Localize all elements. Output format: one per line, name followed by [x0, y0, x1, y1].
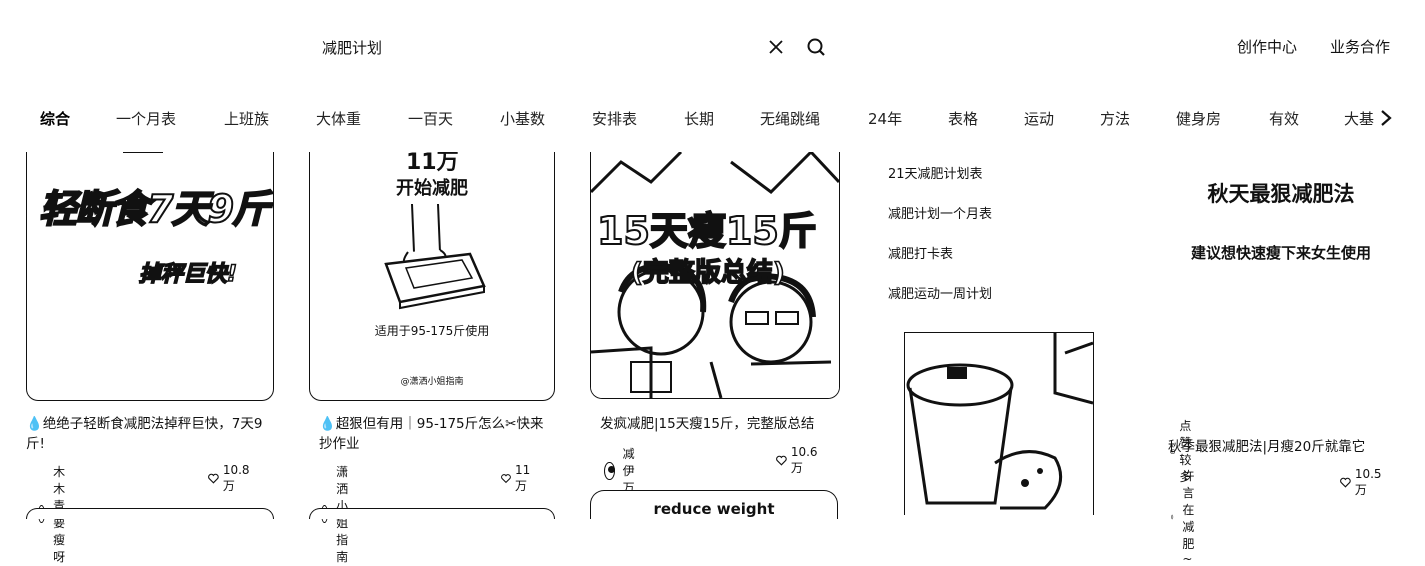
business-link[interactable]: 业务合作: [1330, 36, 1390, 57]
like-count: 11万: [514, 463, 531, 493]
cover-title: 15天瘦15斤: [596, 208, 818, 254]
top-links: 创作中心 业务合作: [1237, 36, 1390, 57]
like-button[interactable]: 10.5万: [1340, 467, 1385, 498]
like-button[interactable]: 10.6万: [776, 445, 821, 476]
author-info[interactable]: 减伊万: [604, 445, 642, 496]
note-cover[interactable]: [904, 332, 1094, 515]
note-title[interactable]: 秋季最狠减肥法|月瘦20斤就靠它: [1168, 437, 1398, 457]
tab-one-month[interactable]: 一个月表: [116, 108, 176, 129]
scale-illustration: [384, 204, 486, 310]
chevron-right-icon[interactable]: [1375, 106, 1397, 130]
note-title[interactable]: 发疯减肥|15天瘦15斤，完整版总结: [600, 414, 836, 434]
note-title[interactable]: 💧超狠但有用｜95-175斤怎么✂快来抄作业: [319, 414, 555, 454]
tab-all[interactable]: 综合: [40, 108, 70, 129]
suggestion-item[interactable]: 减肥运动一周计划: [888, 283, 992, 302]
cover-title: 秋天最狠减肥法: [1207, 182, 1355, 206]
note-cover[interactable]: 秋天最狠减肥法 建议想快速瘦下来女生使用: [1170, 152, 1392, 400]
cover-subtitle: 建议想快速瘦下来女生使用: [1190, 244, 1371, 262]
close-icon[interactable]: [765, 36, 787, 58]
note-cover[interactable]: 轻断食7天9斤 掉秤巨快!: [26, 152, 274, 401]
tab-large-base[interactable]: 大基: [1344, 108, 1374, 129]
tab-hundred-days[interactable]: 一百天: [408, 108, 453, 129]
cover-subtitle: (完整版总结): [630, 257, 785, 289]
divider: [123, 152, 163, 153]
note-title-text: 绝绝子轻断食减肥法掉秤巨快，7天9斤!: [26, 416, 263, 452]
drink-image: [905, 333, 1093, 515]
tab-exercise[interactable]: 运动: [1024, 108, 1054, 129]
cover-top-text: 11万: [406, 152, 459, 175]
like-button[interactable]: 10.8万: [208, 463, 253, 494]
note-title[interactable]: 💧绝绝子轻断食减肥法掉秤巨快，7天9斤!: [26, 414, 266, 454]
avatar[interactable]: [1170, 509, 1174, 525]
next-note-cover[interactable]: reduce weight: [590, 490, 838, 519]
next-cover-title: reduce weight: [653, 500, 775, 518]
heart-icon: [208, 473, 219, 484]
tab-2024[interactable]: 24年: [868, 108, 902, 129]
cover-title: 开始减肥: [396, 178, 468, 199]
heart-icon: [1340, 477, 1351, 488]
cover-handle: @潇洒小姐指南: [400, 377, 464, 387]
suggestion-item[interactable]: 减肥打卡表: [888, 243, 953, 262]
author-name[interactable]: 许言在减肥~: [1182, 467, 1204, 566]
search-icon[interactable]: [805, 36, 827, 58]
filter-tabs: 综合 一个月表 上班族 大体重 一百天 小基数 安排表 长期 无绳跳绳 24年 …: [40, 104, 1385, 132]
cover-subtitle: 适用于95-175斤使用: [374, 324, 490, 338]
note-cover[interactable]: 15天瘦15斤 (完整版总结): [590, 152, 840, 399]
tab-small-base[interactable]: 小基数: [500, 108, 545, 129]
search-box[interactable]: 减肥计划: [310, 28, 840, 66]
tab-cordless-rope[interactable]: 无绳跳绳: [760, 108, 820, 129]
creator-center-link[interactable]: 创作中心: [1237, 36, 1297, 57]
tab-effective[interactable]: 有效: [1269, 108, 1299, 129]
like-count: 10.5万: [1354, 467, 1382, 497]
note-cover[interactable]: 11万 开始减肥 适用于95-175斤使用 @潇洒小姐指南: [309, 152, 555, 401]
tab-office-worker[interactable]: 上班族: [224, 108, 269, 129]
tab-schedule[interactable]: 安排表: [592, 108, 637, 129]
tab-method[interactable]: 方法: [1100, 108, 1130, 129]
avatar[interactable]: [604, 461, 615, 480]
cover-title: 轻断食7天9斤: [38, 186, 271, 232]
note-title-text: 超狠但有用｜95-175斤怎么✂快来抄作业: [319, 416, 544, 452]
tab-table[interactable]: 表格: [948, 108, 978, 129]
like-count: 10.8万: [222, 463, 250, 493]
suggestion-item[interactable]: 21天减肥计划表: [888, 163, 983, 182]
cover-subtitle: 掉秤巨快!: [138, 261, 238, 288]
author-name[interactable]: 减伊万: [623, 445, 642, 496]
heart-icon: [501, 474, 511, 484]
tab-long-term[interactable]: 长期: [684, 108, 714, 129]
tab-gym[interactable]: 健身房: [1176, 108, 1221, 129]
suggestion-item[interactable]: 减肥计划一个月表: [888, 203, 992, 222]
search-input[interactable]: 减肥计划: [322, 37, 382, 58]
heart-icon: [776, 455, 787, 466]
like-count: 10.6万: [790, 445, 818, 475]
author-info[interactable]: 许言在减肥~: [1170, 467, 1204, 566]
top-bar: 减肥计划 创作中心 业务合作: [0, 0, 1425, 92]
tab-heavy-weight[interactable]: 大体重: [316, 108, 361, 129]
like-button[interactable]: 11万: [501, 463, 534, 494]
